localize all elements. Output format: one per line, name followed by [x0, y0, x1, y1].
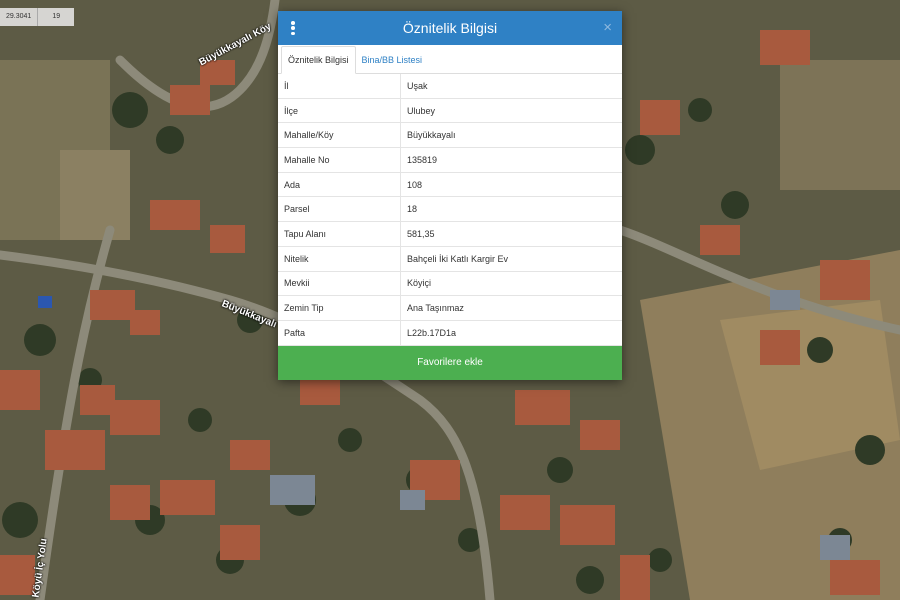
- attribute-key: Mahalle No: [278, 147, 401, 173]
- attribute-key: İl: [278, 74, 401, 99]
- attribute-key: Nitelik: [278, 246, 401, 272]
- attribute-info-modal: Öznitelik Bilgisi × Öznitelik Bilgisi Bi…: [278, 11, 622, 380]
- table-row: Tapu Alanı 581,35: [278, 221, 622, 247]
- table-row: Zemin Tip Ana Taşınmaz: [278, 295, 622, 321]
- modal-title: Öznitelik Bilgisi: [402, 20, 498, 36]
- attribute-value: Büyükkayalı: [400, 122, 622, 149]
- attribute-value: 108: [400, 172, 622, 198]
- attribute-value: Bahçeli İki Katlı Kargir Ev: [400, 246, 622, 272]
- table-row: Ada 108: [278, 172, 622, 198]
- table-row: Mahalle/Köy Büyükkayalı: [278, 122, 622, 149]
- attribute-key: Ada: [278, 172, 401, 198]
- tab-attribute-info[interactable]: Öznitelik Bilgisi: [281, 46, 356, 74]
- attribute-value: Köyiçi: [400, 271, 622, 297]
- tab-building-list[interactable]: Bina/BB Listesi: [356, 47, 429, 73]
- zoom-level-value: 19: [52, 13, 61, 20]
- attribute-key: Mahalle/Köy: [278, 122, 401, 149]
- attribute-value: Ulubey: [400, 98, 622, 124]
- table-row: Mevkii Köyiçi: [278, 271, 622, 297]
- table-row: İl Uşak: [278, 74, 622, 99]
- attribute-value: 135819: [400, 147, 622, 173]
- table-row: Nitelik Bahçeli İki Katlı Kargir Ev: [278, 246, 622, 272]
- coordinate-value: 29.3041: [0, 8, 39, 26]
- close-icon[interactable]: ×: [603, 19, 612, 36]
- table-row: Pafta L22b.17D1a: [278, 320, 622, 346]
- attribute-key: Zemin Tip: [278, 295, 401, 321]
- add-to-favorites-button[interactable]: Favorilere ekle: [278, 345, 622, 380]
- attribute-value: 18: [400, 196, 622, 223]
- attribute-key: Tapu Alanı: [278, 221, 401, 247]
- attribute-table: İl Uşak İlçe Ulubey Mahalle/Köy Büyükkayalı Ma…: [278, 74, 622, 346]
- table-row: Parsel 18: [278, 196, 622, 223]
- attribute-value: 581,35: [400, 221, 622, 247]
- attribute-value: Uşak: [400, 74, 622, 99]
- modal-header: Öznitelik Bilgisi ×: [278, 11, 622, 45]
- modal-tabs: Öznitelik Bilgisi Bina/BB Listesi: [278, 45, 622, 74]
- attribute-key: Pafta: [278, 320, 401, 346]
- attribute-key: İlçe: [278, 98, 401, 124]
- attribute-value: Ana Taşınmaz: [400, 295, 622, 321]
- table-row: İlçe Ulubey: [278, 98, 622, 124]
- table-row: Mahalle No 135819: [278, 147, 622, 173]
- coordinate-readout: 29.3041 19: [0, 8, 75, 26]
- attribute-key: Mevkii: [278, 271, 401, 297]
- attribute-key: Parsel: [278, 196, 401, 223]
- kebab-menu-icon[interactable]: [291, 21, 295, 35]
- attribute-value: L22b.17D1a: [400, 320, 622, 346]
